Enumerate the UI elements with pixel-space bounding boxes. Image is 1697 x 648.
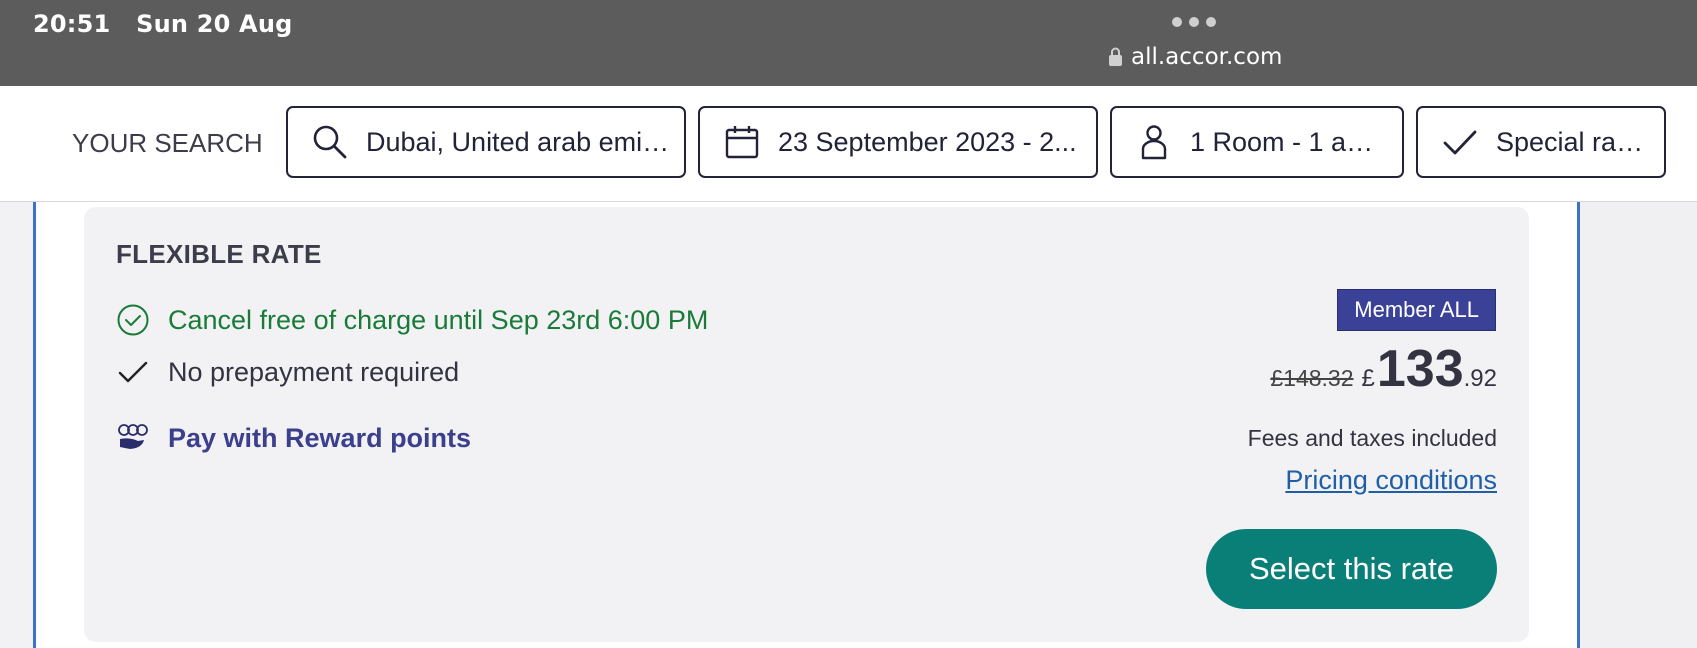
reward-points-icon <box>118 424 148 449</box>
lock-icon <box>1109 47 1122 66</box>
cancellation-feature: Cancel free of charge until Sep 23rd 6:0… <box>116 303 708 337</box>
rate-title: FLEXIBLE RATE <box>116 239 322 269</box>
special-rates-value: Special rates <box>1496 126 1653 157</box>
reward-points-text: Pay with Reward points <box>168 422 472 453</box>
special-rates-field[interactable]: Special rates <box>1416 106 1666 178</box>
member-badge: Member ALL <box>1337 289 1496 331</box>
old-price: £148.32 <box>1270 365 1354 391</box>
dates-value: 23 September 2023 - 2... <box>778 126 1077 157</box>
pricing-conditions-link[interactable]: Pricing conditions <box>1285 465 1497 496</box>
checkmark-icon <box>118 361 148 383</box>
person-icon <box>1141 125 1167 160</box>
dates-field[interactable]: 23 September 2023 - 2... <box>698 106 1098 178</box>
address-bar[interactable]: all.accor.com <box>1108 44 1282 70</box>
selection-border-right <box>1577 202 1580 648</box>
price-block: £148.32 £ 133 .92 <box>1270 339 1497 399</box>
url-text: all.accor.com <box>1131 44 1283 70</box>
price-integer: 133 <box>1376 340 1464 398</box>
destination-field[interactable]: Dubai, United arab emir... <box>286 106 686 178</box>
selection-border-left <box>33 202 36 648</box>
search-summary-bar: YOUR SEARCH Dubai, United arab emir... 2… <box>0 86 1697 202</box>
search-label: YOUR SEARCH <box>72 128 263 158</box>
search-icon <box>313 125 347 159</box>
reward-points-feature: Pay with Reward points <box>116 421 471 455</box>
page-margin <box>1580 202 1697 648</box>
calendar-icon <box>725 126 759 159</box>
status-time: 20:51 <box>33 10 111 38</box>
more-options-icon[interactable] <box>1172 17 1216 27</box>
status-date: Sun 20 Aug <box>136 10 293 38</box>
rate-card: FLEXIBLE RATE Cancel free of charge unti… <box>84 207 1529 642</box>
cancellation-text: Cancel free of charge until Sep 23rd 6:0… <box>168 304 709 335</box>
prepayment-feature: No prepayment required <box>116 355 459 389</box>
guests-value: 1 Room - 1 adult <box>1190 126 1390 157</box>
checkmark-icon <box>1443 130 1477 155</box>
prepayment-text: No prepayment required <box>168 356 460 387</box>
select-rate-button[interactable]: Select this rate <box>1206 529 1497 609</box>
destination-value: Dubai, United arab emir... <box>366 126 673 157</box>
status-bar: 20:51 Sun 20 Aug all.accor.com <box>0 0 1697 86</box>
price-currency: £ <box>1361 365 1375 392</box>
price-decimal: .92 <box>1463 365 1497 392</box>
fees-note: Fees and taxes included <box>1247 425 1497 451</box>
guests-field[interactable]: 1 Room - 1 adult <box>1110 106 1404 178</box>
clock-check-icon <box>117 304 149 336</box>
status-clock: 20:51 Sun 20 Aug <box>33 10 292 38</box>
